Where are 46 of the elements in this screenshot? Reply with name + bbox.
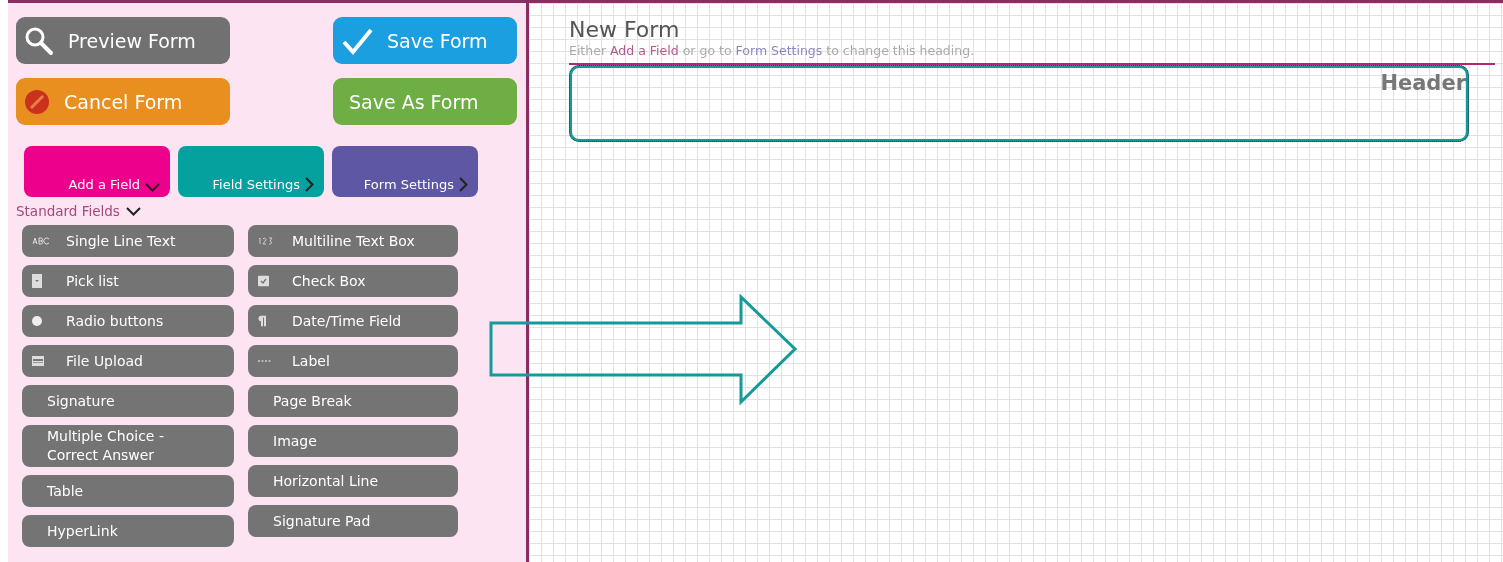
tab[interactable]: Add a Field: [24, 146, 170, 197]
abc-icon: [32, 237, 50, 245]
field-type-button[interactable]: Radio buttons: [22, 305, 234, 337]
form-settings-link[interactable]: Form Settings: [735, 43, 823, 58]
field-type-button[interactable]: Signature Pad: [248, 505, 458, 537]
chevron-down-icon: [125, 206, 141, 216]
field-type-button[interactable]: Page Break: [248, 385, 458, 417]
field-type-button[interactable]: Label: [248, 345, 458, 377]
tab[interactable]: Field Settings: [178, 146, 324, 197]
numbers-icon: [258, 237, 276, 245]
field-type-button[interactable]: Table: [22, 475, 234, 507]
field-type-button[interactable]: Horizontal Line: [248, 465, 458, 497]
section-toggle[interactable]: Standard Fields: [16, 203, 141, 219]
radio-icon: [32, 316, 42, 326]
chevron-down-icon: [145, 183, 160, 192]
hint-text: or go to: [682, 43, 732, 58]
add-field-link[interactable]: Add a Field: [610, 43, 679, 58]
search-icon: [24, 25, 54, 56]
dropdown-icon: [32, 274, 42, 288]
chevron-right-icon: [459, 177, 468, 192]
field-type-button[interactable]: Single Line Text: [22, 225, 234, 257]
header-section[interactable]: Header: [569, 65, 1469, 142]
form-title: New Form: [569, 17, 680, 42]
form-action-button[interactable]: Save As Form: [333, 78, 517, 125]
pilcrow-icon: [258, 315, 266, 327]
cancel-button[interactable]: Cancel Form: [16, 78, 230, 125]
field-type-button[interactable]: Check Box: [248, 265, 458, 297]
form-action-button[interactable]: Save Form: [333, 17, 517, 64]
chevron-right-icon: [305, 177, 314, 192]
tab[interactable]: Form Settings: [332, 146, 478, 197]
form-action-button[interactable]: Preview Form: [16, 17, 230, 64]
field-type-button[interactable]: Pick list: [22, 265, 234, 297]
field-type-button[interactable]: Signature: [22, 385, 234, 417]
field-type-button[interactable]: Date/Time Field: [248, 305, 458, 337]
cancel-icon: [24, 88, 50, 115]
checkbox-icon: [258, 275, 269, 287]
dashes-icon: [258, 360, 272, 362]
field-type-button[interactable]: File Upload: [22, 345, 234, 377]
header-label: Header: [1380, 71, 1466, 95]
field-type-button[interactable]: Multiline Text Box: [248, 225, 458, 257]
hint-text: to change this heading.: [826, 43, 975, 58]
hint-text: Either: [569, 43, 607, 58]
field-type-button[interactable]: HyperLink: [22, 515, 234, 547]
field-type-button[interactable]: Multiple Choice - Correct Answer: [22, 425, 234, 467]
file-upload-icon: [32, 356, 44, 366]
field-type-button[interactable]: Image: [248, 425, 458, 457]
